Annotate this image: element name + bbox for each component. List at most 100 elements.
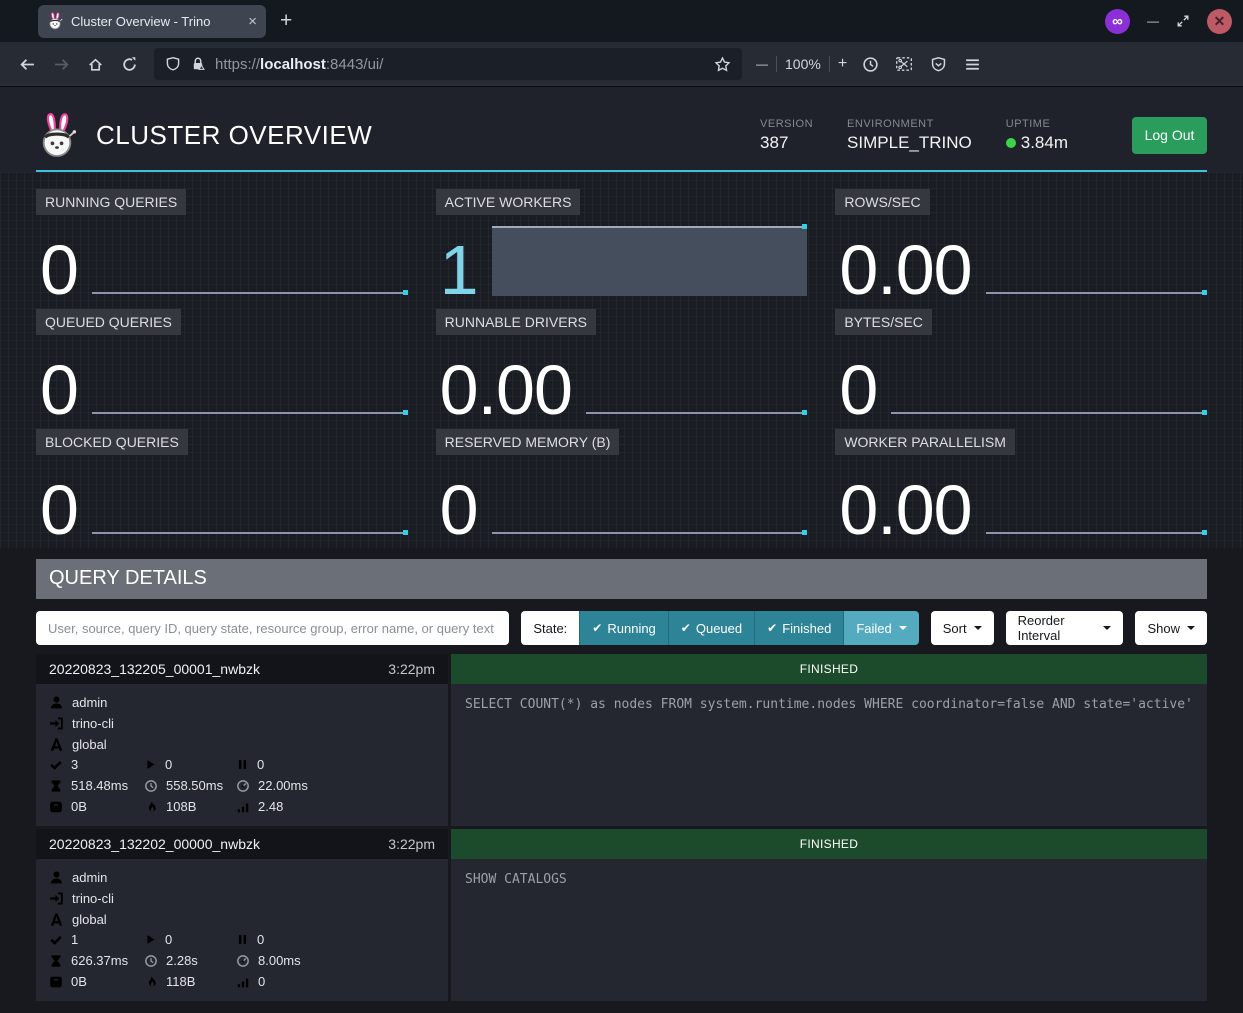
wall-time: 626.37ms [71, 953, 128, 968]
filter-failed-dropdown[interactable]: Failed [843, 611, 918, 645]
filter-queued-toggle[interactable]: ✔Queued [668, 611, 754, 645]
sparkline [586, 335, 807, 416]
history-button[interactable] [855, 49, 885, 79]
query-status-badge: FINISHED [451, 654, 1207, 684]
home-button[interactable] [80, 49, 110, 79]
stat-label: RUNNABLE DRIVERS [436, 309, 596, 335]
query-id-link[interactable]: 20220823_132202_00000_nwbzk [49, 836, 260, 852]
queued-splits-icon [236, 933, 249, 946]
pocket-button[interactable] [923, 49, 953, 79]
total-time: 558.50ms [166, 778, 223, 793]
current-memory: 0B [71, 799, 87, 814]
history-clock-icon [862, 56, 879, 73]
current-memory: 0B [71, 974, 87, 989]
stat-card-worker-parallelism: WORKER PARALLELISM 0.00 [835, 429, 1207, 536]
stat-value: 0 [40, 235, 78, 305]
stat-card-rows-sec: ROWS/SEC 0.00 [835, 189, 1207, 296]
query-id-link[interactable]: 20220823_132205_00001_nwbzk [49, 661, 260, 677]
sparkline [92, 335, 408, 416]
divider [829, 56, 830, 72]
source-icon [49, 716, 64, 731]
reorder-interval-dropdown[interactable]: Reorder Interval [1006, 611, 1124, 645]
total-time: 2.28s [166, 953, 198, 968]
divider [776, 56, 777, 72]
stat-value: 0 [40, 355, 78, 425]
current-memory-icon [49, 975, 63, 989]
browser-tab[interactable]: Cluster Overview - Trino × [38, 5, 266, 38]
restore-button[interactable] [1176, 14, 1190, 28]
cumulative-memory-icon [144, 800, 158, 814]
screenshot-scissors-icon [895, 55, 913, 73]
stat-card-bytes-sec: BYTES/SEC 0 [835, 309, 1207, 416]
query-source: trino-cli [72, 891, 114, 906]
query-resource-group: global [72, 912, 107, 927]
sort-dropdown[interactable]: Sort [931, 611, 994, 645]
cumulative-memory-icon [144, 975, 158, 989]
query-search-input[interactable] [36, 611, 509, 645]
show-dropdown[interactable]: Show [1135, 611, 1207, 645]
filter-running-toggle[interactable]: ✔Running [579, 611, 668, 645]
total-time-icon [144, 779, 158, 793]
logout-button[interactable]: Log Out [1132, 117, 1207, 154]
tab-close-icon[interactable]: × [248, 13, 257, 30]
stat-label: RESERVED MEMORY (B) [436, 429, 620, 455]
query-id-bar: 20220823_132205_00001_nwbzk 3:22pm [36, 654, 448, 684]
wall-time-icon [49, 779, 63, 793]
query-info-panel: admin trino-cli global 1 0 0 626.37ms 2.… [36, 859, 448, 1001]
page-header: CLUSTER OVERVIEW VERSION 387 ENVIRONMENT… [36, 100, 1207, 172]
stat-label: WORKER PARALLELISM [835, 429, 1015, 455]
menu-button[interactable] [957, 49, 987, 79]
wall-time-icon [49, 954, 63, 968]
minimize-button[interactable]: — [1147, 14, 1159, 28]
stat-card-blocked-queries: BLOCKED QUERIES 0 [36, 429, 408, 536]
zoom-in-button[interactable]: + [838, 55, 847, 73]
cumulative-memory: 118B [166, 974, 195, 989]
url-text[interactable]: https://localhost:8443/ui/ [215, 56, 705, 73]
sparkline-dot [802, 224, 807, 229]
source-icon [49, 891, 64, 906]
url-bar[interactable]: https://localhost:8443/ui/ [154, 48, 742, 80]
environment-value: SIMPLE_TRINO [847, 133, 972, 153]
screenshot-button[interactable] [889, 49, 919, 79]
zoom-out-button[interactable]: — [756, 57, 768, 71]
stat-label: ACTIVE WORKERS [436, 189, 581, 215]
cpu-time: 8.00ms [258, 953, 301, 968]
stat-card-reserved-memory: RESERVED MEMORY (B) 0 [436, 429, 808, 536]
cpu-time-icon [236, 779, 250, 793]
version-value: 387 [760, 133, 813, 153]
reload-button[interactable] [114, 49, 144, 79]
chevron-down-icon [974, 626, 982, 630]
queued-splits-icon [236, 758, 249, 771]
query-time: 3:22pm [388, 661, 435, 677]
sparkline [492, 455, 808, 536]
completed-splits: 1 [71, 932, 78, 947]
completed-splits-icon [49, 933, 63, 947]
back-button[interactable] [12, 49, 42, 79]
stat-value: 0 [40, 475, 78, 545]
running-splits-icon [144, 758, 157, 771]
forward-button[interactable] [46, 49, 76, 79]
new-tab-button[interactable]: + [280, 9, 292, 33]
stat-card-runnable-drivers: RUNNABLE DRIVERS 0.00 [436, 309, 808, 416]
query-sql-text: SELECT COUNT(*) as nodes FROM system.run… [451, 684, 1207, 826]
close-button[interactable]: ✕ [1207, 9, 1232, 34]
tab-title: Cluster Overview - Trino [71, 14, 240, 29]
query-status-badge: FINISHED [451, 829, 1207, 859]
parallelism-icon [236, 800, 250, 814]
forward-icon [53, 56, 70, 73]
sparkline [986, 455, 1207, 536]
active-workers-link[interactable]: 1 [440, 235, 478, 305]
shield-icon[interactable] [165, 56, 181, 72]
check-icon: ✔ [592, 621, 602, 635]
trino-logo[interactable] [36, 112, 78, 159]
cpu-time-icon [236, 954, 250, 968]
stat-card-running-queries: RUNNING QUERIES 0 [36, 189, 408, 296]
filter-finished-toggle[interactable]: ✔Finished [754, 611, 843, 645]
lock-warning-icon[interactable] [190, 56, 206, 72]
stat-card-queued-queries: QUEUED QUERIES 0 [36, 309, 408, 416]
zoom-level[interactable]: 100% [785, 56, 821, 72]
query-info-panel: admin trino-cli global 3 0 0 518.48ms 55… [36, 684, 448, 826]
running-splits: 0 [165, 757, 172, 772]
completed-splits-icon [49, 758, 63, 772]
bookmark-star-icon[interactable] [714, 56, 731, 73]
